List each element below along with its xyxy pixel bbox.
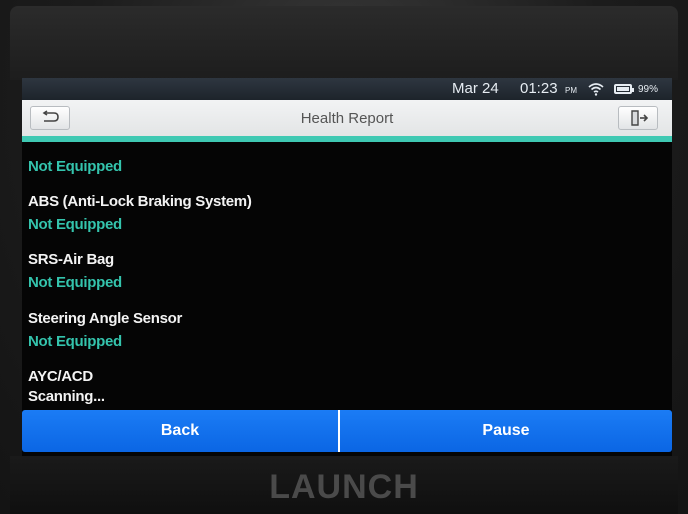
title-bar: Health Report bbox=[22, 100, 672, 142]
page-title: Health Report bbox=[300, 110, 394, 127]
status-date: Mar 24 bbox=[452, 80, 499, 97]
report-status: Not Equipped bbox=[28, 333, 122, 350]
report-status: Not Equipped bbox=[28, 216, 122, 233]
status-bar: Mar 24 01:23 PM 99% bbox=[22, 78, 672, 100]
report-system-name: Steering Angle Sensor bbox=[28, 310, 183, 327]
bottom-action-bar: Back Pause bbox=[22, 410, 672, 452]
status-time: 01:23 bbox=[520, 80, 558, 97]
wifi-icon bbox=[588, 83, 604, 96]
exit-icon bbox=[631, 110, 649, 126]
report-system-name: AYC/ACD bbox=[28, 368, 93, 385]
device-brand-logo: LAUNCH bbox=[269, 468, 419, 506]
pause-button[interactable]: Pause bbox=[340, 410, 672, 452]
report-status: Not Equipped bbox=[28, 158, 122, 175]
status-ampm: PM bbox=[565, 86, 577, 95]
device-bezel-top bbox=[10, 6, 678, 80]
report-status: Scanning... bbox=[28, 388, 105, 405]
device-screen: Mar 24 01:23 PM 99% Health Report Not Eq… bbox=[22, 78, 672, 456]
battery-percent: 99% bbox=[638, 84, 659, 95]
health-report-list: Not Equipped ABS (Anti-Lock Braking Syst… bbox=[22, 142, 672, 414]
battery-icon bbox=[614, 84, 634, 94]
back-button[interactable]: Back bbox=[22, 410, 338, 452]
report-status: Not Equipped bbox=[28, 274, 122, 291]
report-system-name: SRS-Air Bag bbox=[28, 251, 114, 268]
report-system-name: ABS (Anti-Lock Braking System) bbox=[28, 193, 252, 210]
exit-button[interactable] bbox=[618, 106, 658, 130]
